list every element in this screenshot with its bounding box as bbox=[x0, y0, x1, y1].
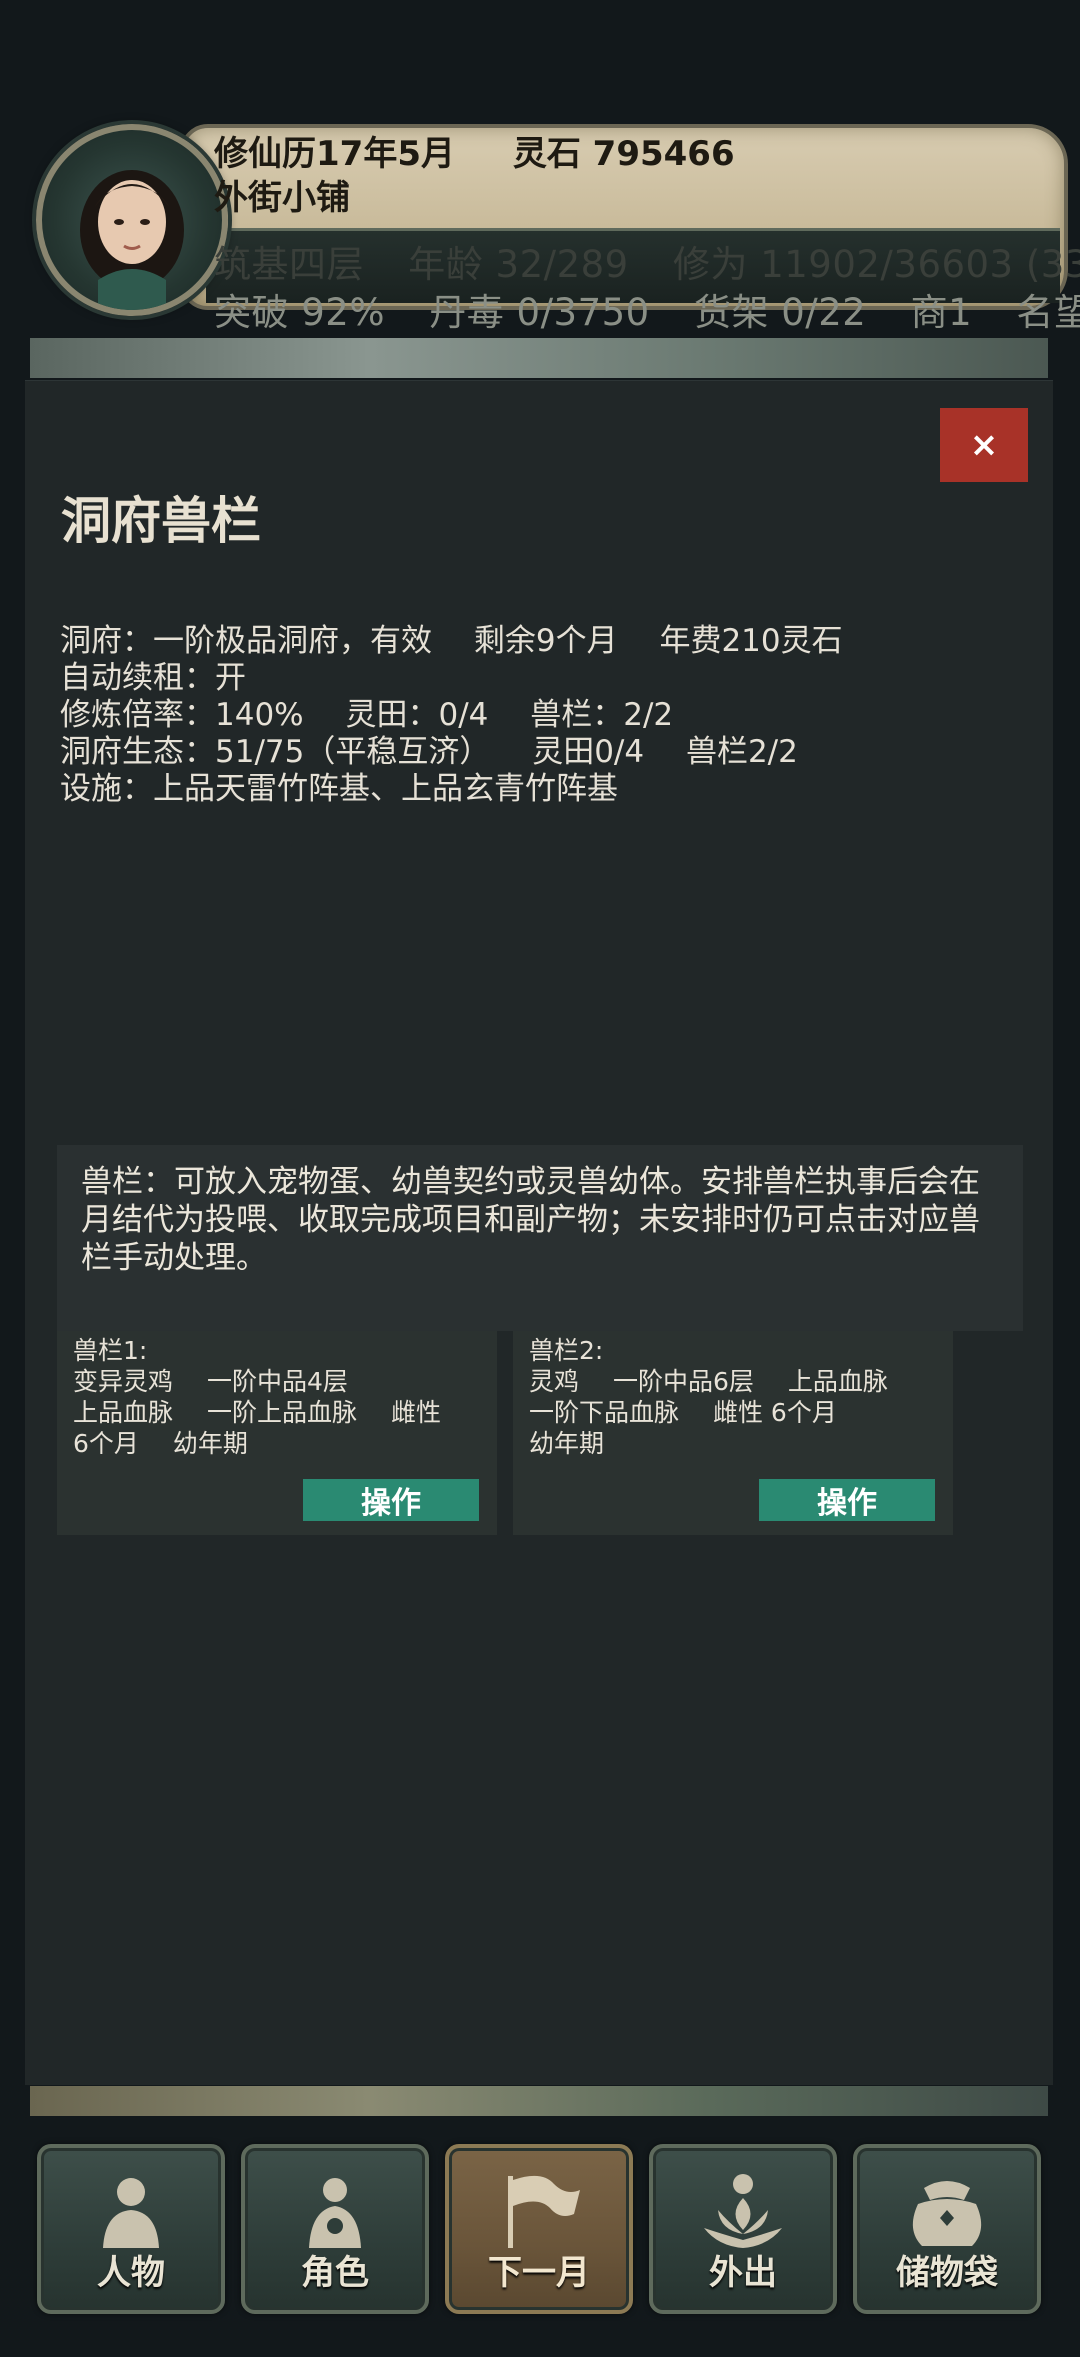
nav-next-month-button[interactable]: 下一月 bbox=[445, 2144, 633, 2314]
pen-2-stage: 幼年期 bbox=[529, 1429, 605, 1458]
pen-card-1: 兽栏1: 变异灵鸡 一阶中品4层 上品血脉 一阶上品血脉 雌性 6个月 幼年期 … bbox=[57, 1331, 497, 1535]
pen-2-beast-level: 一阶中品6层 bbox=[612, 1367, 754, 1396]
pen-1-bloodline: 上品血脉 bbox=[73, 1398, 174, 1427]
info-line-facilities: 设施：上品天雷竹阵基、上品玄青竹阵基 bbox=[60, 771, 875, 808]
background-scenery-bottom bbox=[30, 2086, 1048, 2116]
merchant-stat: 商1 bbox=[910, 291, 973, 334]
shelf-stat: 货架 0/22 bbox=[693, 291, 867, 334]
pen-2-operate-button[interactable]: 操作 bbox=[759, 1479, 935, 1521]
nav-outing-label: 外出 bbox=[709, 2253, 777, 2293]
facilities: 设施：上品天雷竹阵基、上品玄青竹阵基 bbox=[60, 771, 618, 807]
cave-pen-dialog: × 洞府兽栏 洞府：一阶极品洞府，有效 剩余9个月 年费210灵石 自动续租：开… bbox=[25, 380, 1053, 2085]
flag-icon bbox=[508, 2175, 580, 2248]
cultivation-stat: 修为 11902/36603 (33% bbox=[672, 243, 1080, 286]
pen-description-text: 兽栏：可放入宠物蛋、幼兽契约或灵兽幼体。安排兽栏执事后会在月结代为投喂、收取完成… bbox=[81, 1164, 980, 1276]
nav-person-button[interactable]: 人物 bbox=[37, 2144, 225, 2314]
info-line-cave: 洞府：一阶极品洞府，有效 剩余9个月 年费210灵石 bbox=[60, 623, 875, 660]
game-date: 修仙历17年5月 bbox=[214, 134, 455, 174]
bottom-nav: 人物 角色 下一月 外出 储物袋 bbox=[37, 2144, 1043, 2314]
nav-storage-bag-button[interactable]: 储物袋 bbox=[853, 2144, 1041, 2314]
info-line-ecology: 洞府生态：51/75（平稳互济） 灵田0/4 兽栏2/2 bbox=[60, 734, 875, 771]
pen-description: 兽栏：可放入宠物蛋、幼兽契约或灵兽幼体。安排兽栏执事后会在月结代为投喂、收取完成… bbox=[57, 1145, 1023, 1331]
pill-toxin-stat: 丹毒 0/3750 bbox=[429, 291, 650, 334]
pen-1-bloodline-grade: 一阶上品血脉 bbox=[206, 1398, 357, 1427]
pen-1-stage: 幼年期 bbox=[172, 1429, 248, 1458]
ecology-status: 洞府生态：51/75（平稳互济） bbox=[60, 734, 491, 770]
pen-2-gender-age: 雌性 6个月 bbox=[712, 1398, 837, 1427]
pen-2-bloodline: 上品血脉 bbox=[787, 1367, 888, 1396]
field-count: 灵田：0/4 bbox=[345, 697, 489, 733]
nav-storage-bag-label: 储物袋 bbox=[896, 2253, 998, 2293]
ecology-field: 灵田0/4 bbox=[532, 734, 645, 770]
background-scenery bbox=[30, 338, 1048, 378]
age-stat: 年龄 32/289 bbox=[408, 243, 629, 286]
pen-2-details: 兽栏2: 灵鸡 一阶中品6层 上品血脉 一阶下品血脉 雌性 6个月 幼年期 bbox=[529, 1331, 937, 1459]
cultivation-rate: 修炼倍率：140% bbox=[60, 697, 304, 733]
realm-stat: 筑基四层 bbox=[214, 243, 364, 286]
reputation-stat: 名望 bbox=[1016, 291, 1080, 334]
pen-card-2: 兽栏2: 灵鸡 一阶中品6层 上品血脉 一阶下品血脉 雌性 6个月 幼年期 操作 bbox=[513, 1331, 953, 1535]
auto-renew-status: 自动续租：开 bbox=[60, 660, 246, 696]
cave-grade: 洞府：一阶极品洞府，有效 bbox=[60, 623, 432, 659]
pen-1-age: 6个月 bbox=[73, 1429, 139, 1458]
lotus-icon bbox=[704, 2174, 782, 2248]
stats-row-1: 筑基四层 年龄 32/289 修为 11902/36603 (33% bbox=[214, 234, 1080, 288]
stats-row-2: 突破 92% 丹毒 0/3750 货架 0/22 商1 名望 bbox=[214, 282, 1080, 336]
cave-remaining: 剩余9个月 bbox=[473, 623, 618, 659]
pen-2-beast-name: 灵鸡 bbox=[529, 1367, 580, 1396]
bag-icon bbox=[912, 2181, 982, 2246]
nav-person-label: 人物 bbox=[97, 2253, 165, 2293]
pen-1-details: 兽栏1: 变异灵鸡 一阶中品4层 上品血脉 一阶上品血脉 雌性 6个月 幼年期 bbox=[73, 1331, 481, 1459]
pen-1-beast-name: 变异灵鸡 bbox=[73, 1367, 174, 1396]
pen-2-title: 兽栏2: bbox=[529, 1336, 604, 1365]
status-header: 修仙历17年5月 灵石 795466 外街小铺 筑基四层 年龄 32/289 修… bbox=[30, 118, 1080, 338]
info-line-auto-renew: 自动续租：开 bbox=[60, 660, 875, 697]
pen-1-beast-level: 一阶中品4层 bbox=[206, 1367, 348, 1396]
nav-character-label: 角色 bbox=[301, 2253, 369, 2293]
avatar-portrait-icon bbox=[80, 170, 184, 310]
spirit-stone-count: 灵石 795466 bbox=[512, 134, 735, 174]
pen-1-gender: 雌性 bbox=[390, 1398, 441, 1427]
info-line-rates: 修炼倍率：140% 灵田：0/4 兽栏：2/2 bbox=[60, 697, 875, 734]
nav-next-month-label: 下一月 bbox=[488, 2253, 590, 2293]
nav-outing-button[interactable]: 外出 bbox=[649, 2144, 837, 2314]
close-button[interactable]: × bbox=[940, 408, 1028, 482]
cave-info: 洞府：一阶极品洞府，有效 剩余9个月 年费210灵石 自动续租：开 修炼倍率：1… bbox=[60, 623, 875, 808]
nav-character-button[interactable]: 角色 bbox=[241, 2144, 429, 2314]
ecology-pen: 兽栏2/2 bbox=[685, 734, 798, 770]
breakthrough-stat: 突破 92% bbox=[214, 291, 385, 334]
pen-1-title: 兽栏1: bbox=[73, 1336, 148, 1365]
cave-annual-fee: 年费210灵石 bbox=[659, 623, 843, 659]
pen-1-operate-button[interactable]: 操作 bbox=[303, 1479, 479, 1521]
current-location: 外街小铺 bbox=[214, 178, 350, 218]
pen-2-bloodline-grade: 一阶下品血脉 bbox=[529, 1398, 680, 1427]
avatar[interactable] bbox=[36, 124, 228, 316]
person-icon bbox=[103, 2178, 159, 2248]
dialog-title: 洞府兽栏 bbox=[61, 492, 261, 550]
pen-count: 兽栏：2/2 bbox=[530, 697, 674, 733]
game-date-and-stones: 修仙历17年5月 灵石 795466 bbox=[214, 126, 735, 175]
character-icon bbox=[309, 2178, 361, 2248]
